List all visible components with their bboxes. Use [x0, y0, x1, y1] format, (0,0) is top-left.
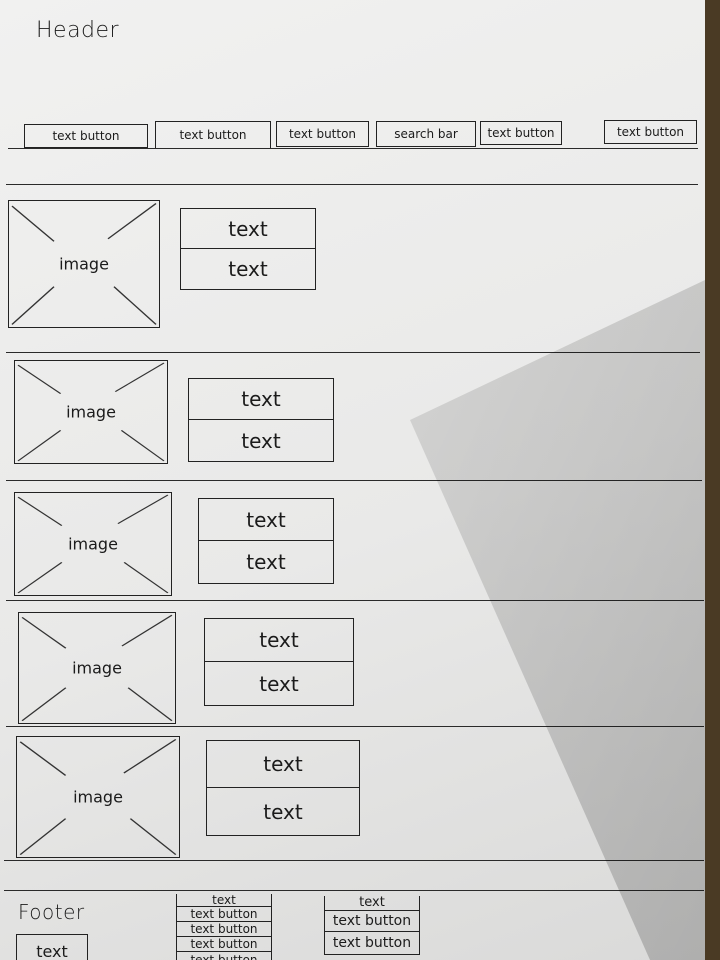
text-block: text text — [180, 208, 316, 290]
footer-col1-text: text — [177, 894, 271, 907]
text-line: text — [259, 671, 299, 696]
text-line: text — [205, 619, 353, 662]
text-block: text text — [198, 498, 334, 584]
footer-col2-text: text — [325, 896, 419, 911]
footer-text: text — [16, 934, 88, 960]
header-title: Header — [36, 18, 120, 43]
footer-link[interactable]: text button — [177, 952, 271, 960]
footer-link[interactable]: text button — [325, 932, 419, 955]
image-label: image — [66, 402, 116, 422]
text-line: text — [228, 257, 268, 281]
section-divider — [4, 860, 704, 861]
text-line: text — [181, 209, 315, 249]
footer-link[interactable]: text button — [177, 922, 271, 937]
wireframe-paper: Header text button text button text butt… — [0, 0, 705, 960]
nav-underline — [8, 148, 698, 149]
nav-text-button-1[interactable]: text button — [24, 124, 148, 148]
footer-column-1: text text button text button text button… — [176, 894, 272, 960]
text-line: text — [246, 550, 286, 574]
text-line: text — [189, 379, 333, 420]
image-placeholder: image — [8, 200, 160, 328]
nav-text-button-5[interactable]: text button — [604, 120, 697, 144]
text-block: text text — [206, 740, 360, 836]
footer-link[interactable]: text button — [325, 911, 419, 932]
footer-link[interactable]: text button — [177, 907, 271, 922]
image-label: image — [68, 534, 118, 554]
footer-title: Footer — [18, 900, 85, 924]
text-line: text — [199, 499, 333, 541]
section-divider — [6, 600, 704, 601]
footer-column-2: text text button text button — [324, 896, 420, 955]
search-bar[interactable]: search bar — [376, 121, 476, 147]
image-placeholder: image — [18, 612, 176, 724]
nav-text-button-2[interactable]: text button — [155, 121, 271, 149]
section-divider — [6, 352, 700, 353]
nav-text-button-4[interactable]: text button — [480, 121, 562, 145]
section-divider — [6, 480, 702, 481]
section-divider — [6, 726, 704, 727]
image-placeholder: image — [16, 736, 180, 858]
image-label: image — [72, 658, 122, 678]
image-label: image — [59, 254, 109, 274]
footer-link[interactable]: text button — [177, 937, 271, 952]
text-block: text text — [188, 378, 334, 462]
text-block: text text — [204, 618, 354, 706]
text-line: text — [241, 428, 281, 453]
text-line: text — [263, 799, 303, 824]
section-divider — [6, 184, 698, 185]
nav-text-button-3[interactable]: text button — [276, 121, 369, 147]
text-line: text — [207, 741, 359, 788]
image-placeholder: image — [14, 360, 168, 464]
image-label: image — [73, 787, 123, 807]
image-placeholder: image — [14, 492, 172, 596]
section-divider — [4, 890, 704, 891]
